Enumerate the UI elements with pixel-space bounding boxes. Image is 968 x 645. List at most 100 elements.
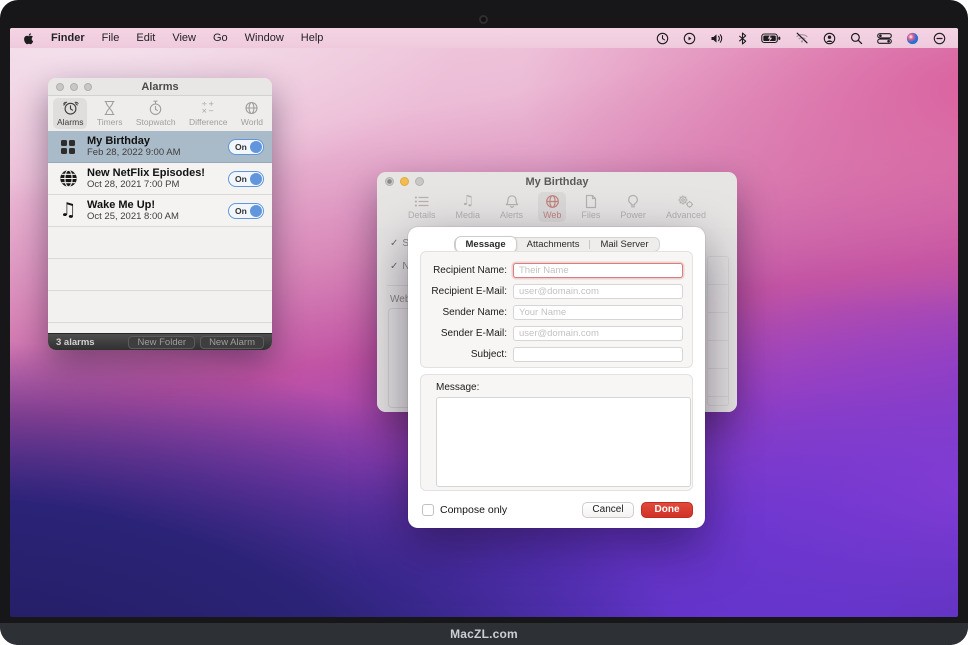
tab-attachments[interactable]: Attachments bbox=[517, 238, 590, 251]
music-note-icon: ♫ bbox=[56, 201, 80, 220]
menu-item-window[interactable]: Window bbox=[245, 32, 284, 44]
tab-label: Timers bbox=[97, 117, 123, 127]
siri-icon[interactable] bbox=[906, 32, 919, 45]
checkbox-row[interactable]: ✓N bbox=[390, 261, 410, 272]
device-frame: Finder File Edit View Go Window Help bbox=[0, 0, 968, 645]
search-icon[interactable] bbox=[850, 32, 863, 45]
birthday-toolbar: Details ♫ Media Alerts Web Files bbox=[377, 192, 737, 226]
alarm-toggle[interactable]: On bbox=[228, 139, 264, 155]
playback-icon[interactable] bbox=[683, 32, 696, 45]
tab-label: Files bbox=[581, 210, 600, 220]
new-folder-button[interactable]: New Folder bbox=[128, 336, 195, 349]
recipient-name-field[interactable] bbox=[513, 263, 683, 278]
bezel-chin: MacZL.com bbox=[0, 623, 968, 645]
apple-logo-icon[interactable] bbox=[22, 32, 34, 45]
recipient-group-box: Recipient Name: Recipient E-Mail: Sender… bbox=[420, 251, 693, 368]
close-button[interactable] bbox=[385, 177, 394, 186]
minimize-button[interactable] bbox=[400, 177, 409, 186]
menu-app-name[interactable]: Finder bbox=[51, 32, 85, 44]
watermark: MacZL.com bbox=[450, 627, 518, 641]
tab-difference[interactable]: ÷+×− Difference bbox=[185, 98, 232, 129]
tab-label: Power bbox=[620, 210, 646, 220]
tab-label: Difference bbox=[189, 117, 228, 127]
sender-email-label: Sender E-Mail: bbox=[421, 328, 513, 339]
control-center-icon[interactable] bbox=[877, 33, 892, 44]
alarm-datetime: Oct 25, 2021 8:00 AM bbox=[87, 211, 228, 222]
cancel-button[interactable]: Cancel bbox=[582, 502, 634, 518]
clock-icon[interactable] bbox=[656, 32, 669, 45]
message-textarea[interactable] bbox=[436, 397, 691, 487]
wifi-off-icon[interactable] bbox=[795, 32, 809, 44]
menu-item-view[interactable]: View bbox=[172, 32, 196, 44]
volume-icon[interactable] bbox=[710, 32, 724, 45]
alarm-count: 3 alarms bbox=[56, 337, 95, 348]
tab-label: Web bbox=[543, 210, 561, 220]
tab-mail-server[interactable]: Mail Server bbox=[590, 238, 658, 251]
document-icon bbox=[585, 194, 597, 209]
alarm-row-wake-me-up[interactable]: ♫ Wake Me Up! Oct 25, 2021 8:00 AM On bbox=[48, 195, 272, 227]
menu-item-edit[interactable]: Edit bbox=[136, 32, 155, 44]
alarms-toolbar: Alarms Timers Stopwatch ÷+×− Difference … bbox=[48, 96, 272, 131]
sender-email-field[interactable] bbox=[513, 326, 683, 341]
zoom-button[interactable] bbox=[415, 177, 424, 186]
recipient-email-field[interactable] bbox=[513, 284, 683, 299]
tab-details[interactable]: Details bbox=[403, 192, 441, 222]
bell-icon bbox=[505, 194, 519, 209]
tab-advanced[interactable]: Advanced bbox=[661, 192, 711, 222]
sender-name-field[interactable] bbox=[513, 305, 683, 320]
alarm-row-netflix[interactable]: New NetFlix Episodes! Oct 28, 2021 7:00 … bbox=[48, 163, 272, 195]
tab-files[interactable]: Files bbox=[576, 192, 605, 222]
close-button[interactable] bbox=[56, 83, 64, 91]
menu-item-help[interactable]: Help bbox=[301, 32, 324, 44]
menu-item-go[interactable]: Go bbox=[213, 32, 228, 44]
alarms-footer: 3 alarms New Folder New Alarm bbox=[48, 333, 272, 350]
minimize-button[interactable] bbox=[70, 83, 78, 91]
alarm-toggle[interactable]: On bbox=[228, 203, 264, 219]
compose-only-checkbox[interactable] bbox=[422, 504, 434, 516]
tab-label: Stopwatch bbox=[136, 117, 176, 127]
recipient-email-label: Recipient E-Mail: bbox=[421, 286, 513, 297]
tab-alarms[interactable]: Alarms bbox=[53, 98, 87, 129]
user-account-icon[interactable] bbox=[823, 32, 836, 45]
message-label: Message: bbox=[436, 382, 684, 393]
alarm-datetime: Oct 28, 2021 7:00 PM bbox=[87, 179, 228, 190]
tab-stopwatch[interactable]: Stopwatch bbox=[132, 98, 180, 129]
web-globe-icon bbox=[545, 194, 560, 209]
alarms-titlebar[interactable]: Alarms bbox=[48, 78, 272, 96]
done-button[interactable]: Done bbox=[641, 502, 693, 518]
camera-icon bbox=[479, 15, 488, 24]
tab-alerts[interactable]: Alerts bbox=[495, 192, 528, 222]
battery-charging-icon[interactable] bbox=[761, 33, 781, 44]
tab-label: Advanced bbox=[666, 210, 706, 220]
window-title: My Birthday bbox=[526, 176, 589, 188]
world-globe-icon bbox=[244, 100, 259, 116]
menu-item-file[interactable]: File bbox=[102, 32, 120, 44]
tab-media[interactable]: ♫ Media bbox=[451, 192, 486, 222]
tab-label: Details bbox=[408, 210, 436, 220]
window-title: Alarms bbox=[141, 81, 178, 93]
subject-field[interactable] bbox=[513, 347, 683, 362]
tab-web[interactable]: Web bbox=[538, 192, 566, 222]
lightbulb-icon bbox=[627, 194, 639, 209]
toggle-knob bbox=[250, 141, 262, 153]
tab-label: World bbox=[241, 117, 263, 127]
grid-icon bbox=[56, 140, 80, 154]
alarm-clock-icon bbox=[62, 100, 79, 116]
compose-only-label: Compose only bbox=[440, 504, 507, 516]
music-notes-icon: ♫ bbox=[462, 194, 475, 209]
tab-world[interactable]: World bbox=[237, 98, 267, 129]
checkbox-row[interactable]: ✓S bbox=[390, 238, 409, 249]
new-alarm-button[interactable]: New Alarm bbox=[200, 336, 264, 349]
tab-power[interactable]: Power bbox=[615, 192, 651, 222]
alarm-row-my-birthday[interactable]: My Birthday Feb 28, 2022 9:00 AM On bbox=[48, 131, 272, 163]
zoom-button[interactable] bbox=[84, 83, 92, 91]
birthday-titlebar[interactable]: My Birthday bbox=[377, 172, 737, 192]
desktop-wallpaper: Finder File Edit View Go Window Help bbox=[10, 28, 958, 617]
alarm-toggle[interactable]: On bbox=[228, 171, 264, 187]
tab-label: Alerts bbox=[500, 210, 523, 220]
alarm-title: My Birthday bbox=[87, 135, 228, 147]
focus-icon[interactable] bbox=[933, 32, 946, 45]
bluetooth-icon[interactable] bbox=[738, 32, 747, 45]
right-panel-box bbox=[707, 256, 729, 406]
tab-timers[interactable]: Timers bbox=[93, 98, 127, 129]
